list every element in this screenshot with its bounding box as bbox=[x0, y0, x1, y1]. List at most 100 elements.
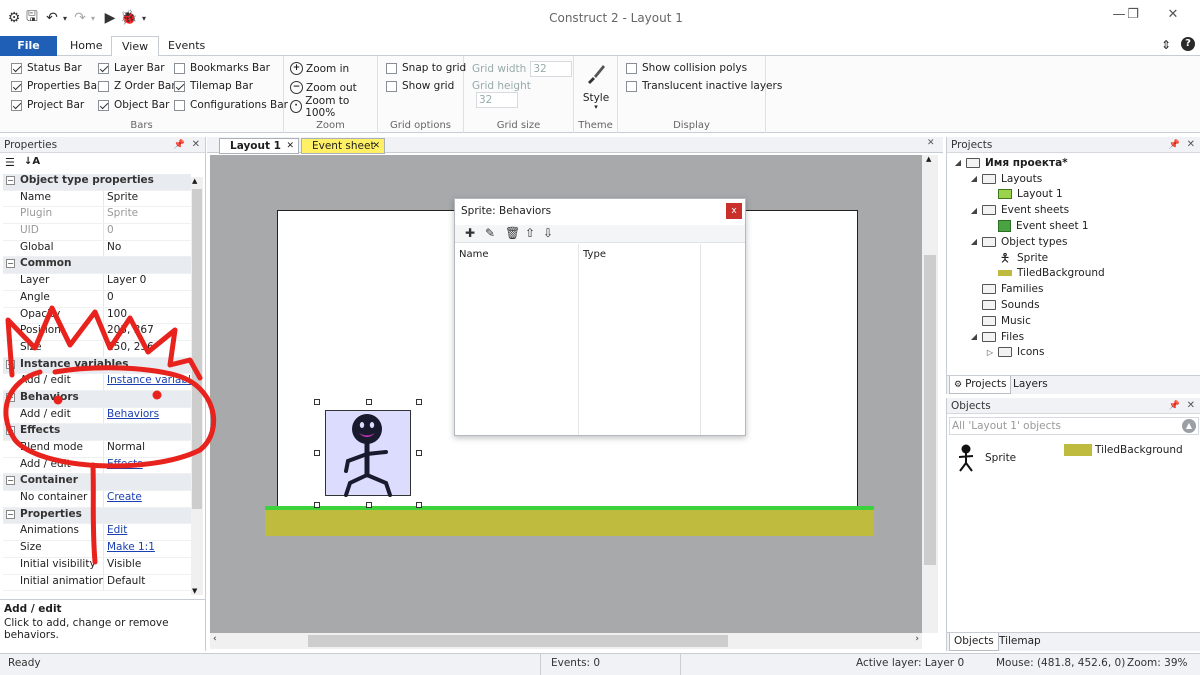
restore-button[interactable]: ❐ bbox=[1120, 5, 1146, 25]
scroll-up-icon[interactable]: ▲ bbox=[192, 177, 197, 185]
layer-bar-checkbox[interactable]: Layer Bar bbox=[98, 60, 165, 76]
delete-icon[interactable]: 🗑 bbox=[505, 226, 520, 240]
column-header-type[interactable]: Type bbox=[579, 244, 701, 435]
object-item-tiledbackground[interactable]: TiledBackground bbox=[1064, 444, 1183, 456]
zoom-out-button[interactable]: − Zoom out bbox=[290, 79, 357, 96]
show-grid-checkbox[interactable]: Show grid bbox=[386, 78, 454, 94]
collapse-icon[interactable]: − bbox=[6, 359, 15, 369]
property-row[interactable]: Size Make 1:1 bbox=[3, 541, 191, 558]
zoom-100-button[interactable]: · Zoom to 100% bbox=[290, 95, 377, 119]
property-value[interactable]: Sprite bbox=[103, 207, 191, 224]
tab-file[interactable]: File bbox=[0, 36, 57, 56]
close-tab-icon[interactable]: ✕ bbox=[286, 139, 294, 153]
collapse-icon[interactable]: − bbox=[6, 476, 15, 486]
pin-icon[interactable]: 📌 bbox=[174, 137, 185, 153]
tree-item-event-sheet-1[interactable]: Event sheet 1 bbox=[947, 218, 1200, 234]
property-value[interactable]: Normal bbox=[103, 441, 191, 457]
tree-item-object-types[interactable]: ◢ Object types bbox=[947, 234, 1200, 250]
pin-icon[interactable]: 📌 bbox=[1169, 137, 1180, 153]
configurations-bar-checkbox[interactable]: Configurations Bar bbox=[174, 97, 288, 113]
add-icon[interactable]: ✚ bbox=[465, 226, 475, 240]
tree-item-icons[interactable]: ▷ Icons bbox=[947, 345, 1200, 361]
tree-item-files[interactable]: ◢ Files bbox=[947, 329, 1200, 345]
object-item-sprite[interactable]: Sprite bbox=[955, 444, 1016, 472]
grid-height-input[interactable]: 32 bbox=[476, 92, 518, 108]
pin-icon[interactable]: 📌 bbox=[1169, 398, 1180, 414]
collapse-icon[interactable]: − bbox=[6, 426, 15, 436]
tiledbackground-instance[interactable] bbox=[265, 510, 874, 536]
collapse-icon[interactable]: − bbox=[6, 509, 15, 519]
property-row[interactable]: Add / edit Effects bbox=[3, 457, 191, 475]
resize-handle[interactable] bbox=[416, 399, 422, 405]
property-link[interactable]: Make 1:1 bbox=[103, 541, 191, 557]
column-header-name[interactable]: Name bbox=[455, 244, 579, 435]
tilemap-bar-checkbox[interactable]: Tilemap Bar bbox=[174, 78, 253, 94]
grid-width-input[interactable]: 32 bbox=[530, 61, 573, 77]
property-row[interactable]: Blend mode Normal bbox=[3, 441, 191, 458]
scroll-up-icon[interactable]: ▲ bbox=[926, 155, 931, 163]
property-category[interactable]: − Instance variables bbox=[3, 357, 191, 375]
property-row[interactable]: Animations Edit bbox=[3, 524, 191, 542]
tree-item-event-sheets[interactable]: ◢ Event sheets bbox=[947, 202, 1200, 218]
property-category[interactable]: − Object type properties bbox=[3, 174, 191, 191]
resize-handle[interactable] bbox=[314, 450, 320, 456]
layout-horizontal-scrollbar[interactable]: ‹ › bbox=[210, 633, 922, 649]
tree-item-music[interactable]: Music bbox=[947, 313, 1200, 329]
close-panel-icon[interactable]: ✕ bbox=[1187, 137, 1195, 153]
help-icon[interactable]: ? bbox=[1181, 37, 1195, 51]
tab-tilemap[interactable]: Tilemap bbox=[995, 633, 1045, 651]
filter-options-icon[interactable]: ▲ bbox=[1182, 419, 1196, 433]
tab-objects[interactable]: Objects bbox=[949, 633, 999, 651]
properties-bar-checkbox[interactable]: Properties Bar bbox=[11, 78, 101, 94]
property-row[interactable]: Initial animation Default bbox=[3, 574, 191, 592]
property-row[interactable]: Size 150, 256 bbox=[3, 340, 191, 358]
translucent-layers-checkbox[interactable]: Translucent inactive layers bbox=[626, 78, 782, 94]
property-value[interactable]: Default bbox=[103, 574, 191, 591]
close-window-button[interactable]: ✕ bbox=[1160, 5, 1186, 25]
scroll-right-icon[interactable]: › bbox=[915, 634, 919, 644]
snap-to-grid-checkbox[interactable]: Snap to grid bbox=[386, 60, 466, 76]
tab-home[interactable]: Home bbox=[60, 36, 112, 56]
collapse-arrow-icon[interactable]: ◢ bbox=[953, 158, 963, 167]
edit-icon[interactable]: ✎ bbox=[485, 226, 495, 240]
tab-event-sheet-1[interactable]: Event sheet 1✕ bbox=[301, 138, 385, 166]
property-row[interactable]: Plugin Sprite bbox=[3, 207, 191, 225]
z-order-bar-checkbox[interactable]: Z Order Bar bbox=[98, 78, 176, 94]
tab-view[interactable]: View bbox=[111, 36, 160, 57]
property-link[interactable]: Behaviors bbox=[103, 407, 191, 424]
property-row[interactable]: Add / edit Behaviors bbox=[3, 407, 191, 425]
collapse-arrow-icon[interactable]: ◢ bbox=[969, 237, 979, 246]
collapse-arrow-icon[interactable]: ◢ bbox=[969, 206, 979, 215]
style-dropdown-icon[interactable]: ▾ bbox=[574, 103, 618, 111]
behaviors-list[interactable]: Name Type bbox=[455, 244, 745, 435]
resize-handle[interactable] bbox=[314, 399, 320, 405]
property-value[interactable]: 205, 367 bbox=[103, 324, 191, 340]
property-row[interactable]: Name Sprite bbox=[3, 190, 191, 208]
move-down-icon[interactable]: ⇩ bbox=[543, 226, 553, 240]
properties-scrollbar[interactable]: ▲ ▼ bbox=[191, 177, 203, 595]
property-value[interactable]: 100 bbox=[103, 307, 191, 324]
property-row[interactable]: Angle 0 bbox=[3, 290, 191, 308]
project-bar-checkbox[interactable]: Project Bar bbox=[11, 97, 84, 113]
move-up-icon[interactable]: ⇧ bbox=[525, 226, 535, 240]
collapse-arrow-icon[interactable]: ◢ bbox=[969, 174, 979, 183]
property-row[interactable]: Global No bbox=[3, 240, 191, 258]
scroll-left-icon[interactable]: ‹ bbox=[213, 634, 217, 644]
tree-item-sounds[interactable]: Sounds bbox=[947, 297, 1200, 313]
close-document-icon[interactable]: ✕ bbox=[927, 138, 935, 148]
property-row[interactable]: No container Create bbox=[3, 491, 191, 508]
property-row[interactable]: Layer Layer 0 bbox=[3, 274, 191, 291]
object-bar-checkbox[interactable]: Object Bar bbox=[98, 97, 170, 113]
close-panel-icon[interactable]: ✕ bbox=[192, 137, 200, 153]
scroll-down-icon[interactable]: ▼ bbox=[192, 587, 197, 595]
zoom-in-button[interactable]: + Zoom in bbox=[290, 60, 349, 77]
ribbon-collapse-icon[interactable]: ⇕ bbox=[1161, 38, 1171, 52]
property-value[interactable]: No bbox=[103, 240, 191, 257]
dialog-close-button[interactable]: x bbox=[726, 203, 742, 219]
property-category[interactable]: − Common bbox=[3, 257, 191, 275]
tab-events[interactable]: Events bbox=[158, 36, 215, 56]
vertical-scroll-thumb[interactable] bbox=[924, 255, 936, 565]
tab-projects[interactable]: ⚙ Projects bbox=[949, 376, 1012, 394]
properties-scroll-thumb[interactable] bbox=[192, 189, 202, 509]
resize-handle[interactable] bbox=[416, 450, 422, 456]
